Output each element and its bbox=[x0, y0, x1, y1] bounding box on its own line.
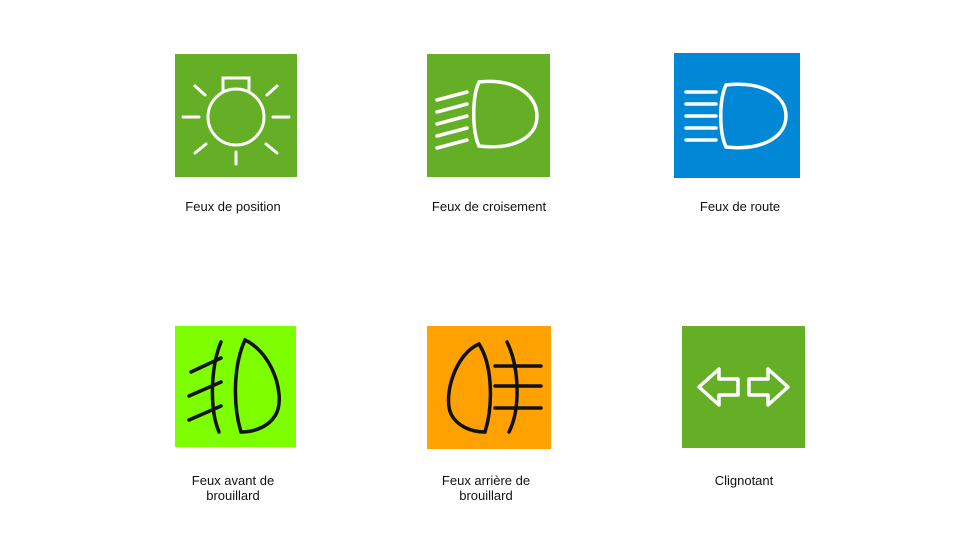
high-beam-tile bbox=[674, 53, 800, 178]
label-turn-signal: Clignotant bbox=[714, 473, 774, 488]
label-high-beam: Feux de route bbox=[699, 199, 781, 214]
turn-signal-icon bbox=[697, 367, 790, 407]
rear-fog-lights-tile bbox=[427, 326, 551, 449]
low-beam-tile bbox=[427, 54, 550, 177]
position-lights-tile bbox=[175, 54, 297, 177]
label-position-lights: Feux de position bbox=[185, 199, 281, 214]
front-fog-lights-tile bbox=[175, 326, 296, 447]
turn-signal-tile bbox=[682, 326, 805, 448]
high-beam-icon bbox=[684, 82, 788, 150]
label-low-beam: Feux de croisement bbox=[431, 199, 547, 214]
front-fog-lights-icon bbox=[187, 337, 281, 434]
position-lights-icon bbox=[181, 76, 291, 166]
label-front-fog-lights: Feux avant de brouillard bbox=[191, 473, 275, 503]
label-rear-fog-lights: Feux arrière de brouillard bbox=[441, 473, 531, 503]
low-beam-icon bbox=[435, 79, 539, 150]
rear-fog-lights-icon bbox=[446, 340, 543, 434]
